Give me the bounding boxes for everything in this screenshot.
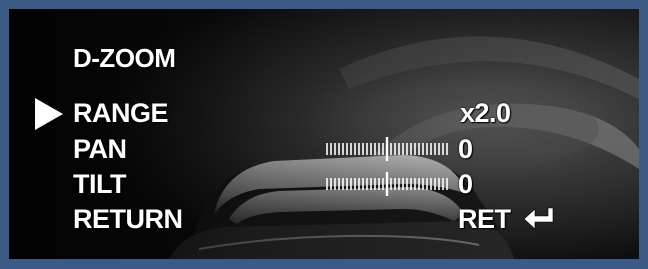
osd-frame: D-ZOOM RANGE x2.0 PAN 0 TILT 0 RETURN RE… xyxy=(0,0,648,269)
enter-arrow-icon xyxy=(523,207,554,230)
menu-item-pan[interactable]: PAN xyxy=(73,136,127,163)
tilt-slider[interactable] xyxy=(325,169,449,199)
osd-screen: D-ZOOM RANGE x2.0 PAN 0 TILT 0 RETURN RE… xyxy=(9,9,639,259)
menu-item-return[interactable]: RETURN xyxy=(73,206,183,233)
pan-slider[interactable] xyxy=(325,134,449,164)
menu-item-tilt[interactable]: TILT xyxy=(73,171,126,198)
return-value: RET xyxy=(458,204,511,234)
pan-slider-scale xyxy=(326,137,448,161)
triangle-right-icon xyxy=(35,98,63,130)
menu-title: D-ZOOM xyxy=(73,43,176,73)
tilt-slider-scale xyxy=(326,172,448,196)
tilt-value: 0 xyxy=(458,169,473,199)
pan-value: 0 xyxy=(458,134,473,164)
menu-item-range[interactable]: RANGE xyxy=(73,100,169,127)
range-value: x2.0 xyxy=(460,98,511,128)
